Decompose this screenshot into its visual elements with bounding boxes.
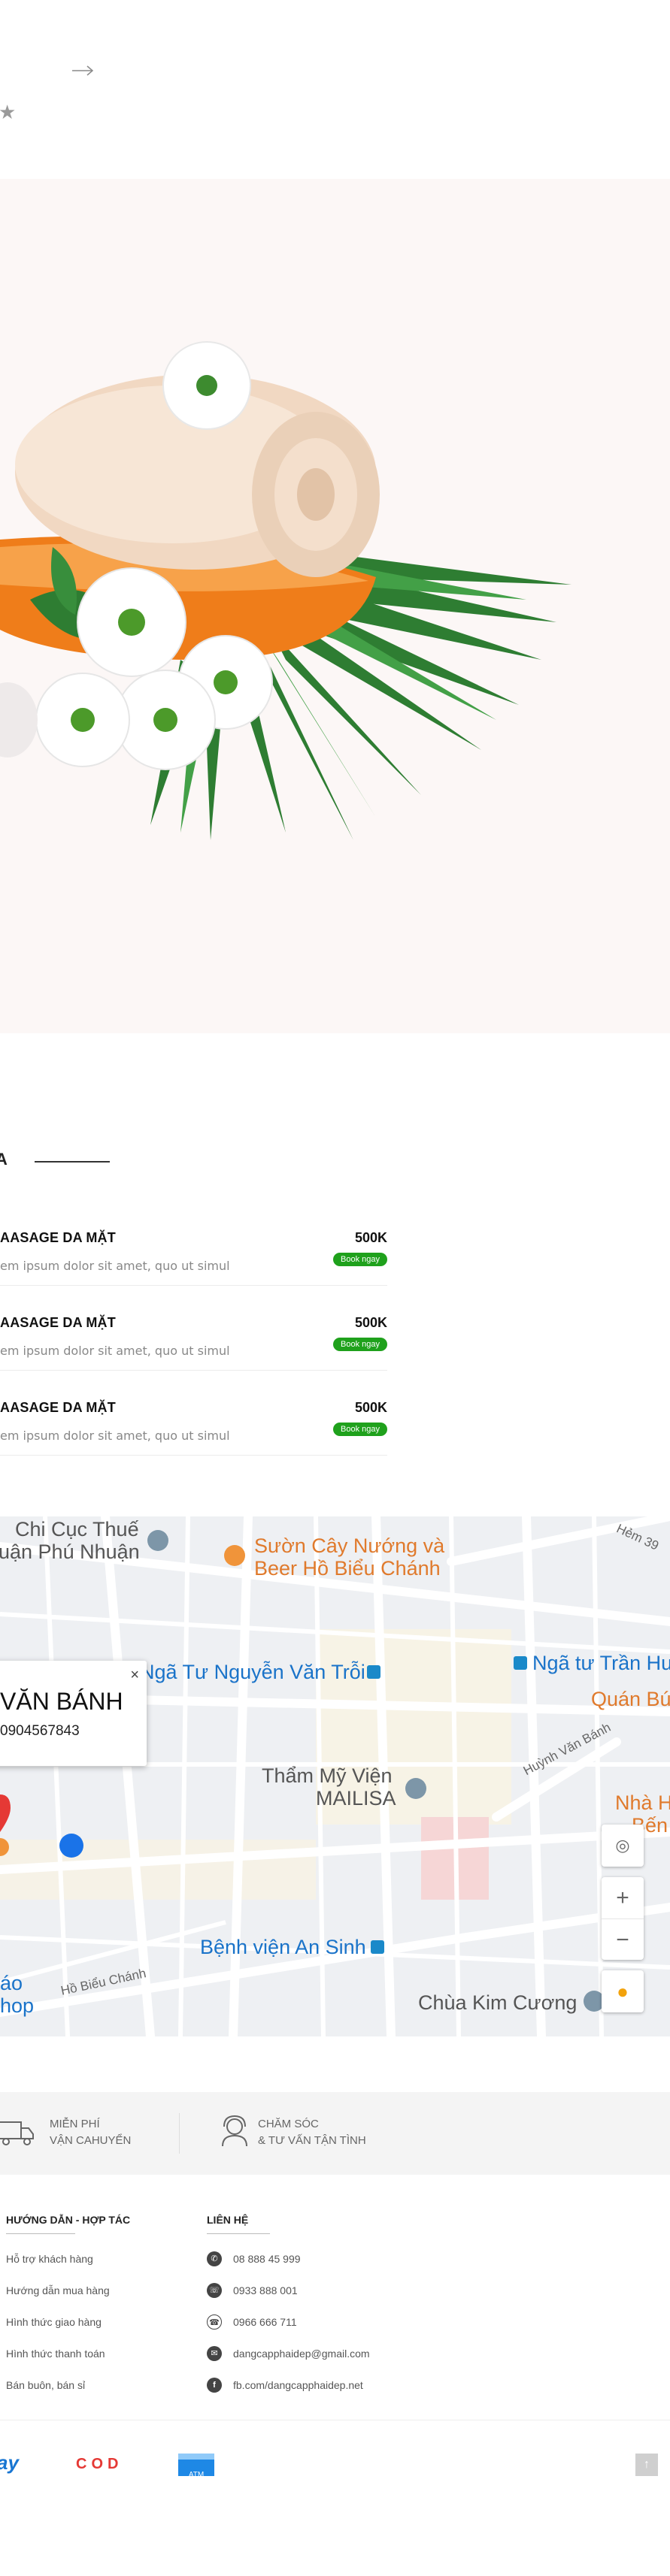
service-price: 500K <box>354 1315 387 1330</box>
support-agent-icon <box>222 2115 247 2147</box>
map-label: MAILISA <box>316 1787 396 1810</box>
feature-line: VẬN CAHUYỂN <box>50 2134 132 2147</box>
footer-link[interactable]: Hình thức thanh toán <box>6 2348 105 2360</box>
map-label: áo <box>0 1972 23 1994</box>
spa-towel-flowers-illustration <box>0 341 571 840</box>
service-item: AASAGE DA MẶT em ipsum dolor sit amet, q… <box>0 1370 387 1456</box>
hero-banner <box>0 179 670 1033</box>
locate-icon[interactable]: ◎ <box>602 1825 644 1867</box>
map-embed[interactable]: Chi Cục Thuế uận Phú Nhuận Sườn Cây Nướn… <box>0 1516 670 2036</box>
footer-link[interactable]: Bán buôn, bán sỉ <box>6 2379 85 2391</box>
service-price: 500K <box>354 1230 387 1245</box>
phone-icon: ✆ <box>207 2251 222 2266</box>
service-item: AASAGE DA MẶT em ipsum dolor sit amet, q… <box>0 1285 387 1371</box>
map-label: hop <box>0 1994 35 2017</box>
vnpay-logo: ay <box>0 2451 19 2474</box>
map-info-popup: × VĂN BÁNH 0904567843 <box>0 1661 147 1766</box>
footer-contact-heading: LIÊN HỆ <box>207 2214 249 2226</box>
service-price: 500K <box>354 1400 387 1415</box>
features-band: MIỄN PHÍ VẬN CAHUYỂN CHĂM SÓC & TƯ VẤN T… <box>0 2092 670 2175</box>
arrow-right-icon[interactable] <box>71 65 94 77</box>
service-description: em ipsum dolor sit amet, quo ut simul <box>0 1429 230 1443</box>
map-label: Sườn Cây Nướng và <box>254 1534 445 1557</box>
service-description: em ipsum dolor sit amet, quo ut simul <box>0 1259 230 1273</box>
contact-facebook[interactable]: fb.com/dangcapphaidep.net <box>233 2379 363 2391</box>
back-to-top-button[interactable]: ↑ <box>635 2454 658 2476</box>
footer-link[interactable]: Hình thức giao hàng <box>6 2316 102 2328</box>
map-label: Ngã Tư Nguyễn Văn Trỗi <box>140 1661 365 1683</box>
contact-phone[interactable]: 08 888 45 999 <box>233 2253 301 2265</box>
zoom-control: + − <box>602 1877 644 1960</box>
book-now-button[interactable]: Book ngay <box>333 1338 387 1351</box>
service-name: AASAGE DA MẶT <box>0 1230 116 1245</box>
feature-text: MIỄN PHÍ VẬN CAHUYỂN <box>50 2116 131 2149</box>
star-icon: ★ <box>0 101 17 123</box>
map-label: Bệnh viện An Sinh <box>200 1936 366 1958</box>
contact-viber[interactable]: 0933 888 001 <box>233 2284 298 2296</box>
footer-link[interactable]: Hướng dẫn mua hàng <box>6 2284 110 2296</box>
atm-card-icon: ATM <box>178 2454 214 2479</box>
feature-divider <box>179 2113 180 2154</box>
map-label: Chi Cục Thuế <box>15 1518 139 1540</box>
popup-phone: 0904567843 <box>0 1723 80 1739</box>
map-label: uận Phú Nhuận <box>0 1540 140 1563</box>
feature-line: MIỄN PHÍ <box>50 2118 100 2130</box>
feature-text: CHĂM SÓC & TƯ VẤN TẬN TÌNH <box>258 2116 366 2149</box>
map-label: Beer Hồ Biểu Chánh <box>254 1557 441 1580</box>
viber-icon: ☏ <box>207 2283 222 2298</box>
book-now-button[interactable]: Book ngay <box>333 1253 387 1266</box>
pegman-icon[interactable]: ● <box>602 1970 644 2012</box>
map-label: Nhà H <box>615 1791 670 1814</box>
popup-title: VĂN BÁNH <box>0 1688 123 1715</box>
map-label: Ngã tư Trần Hu <box>532 1652 670 1674</box>
telephone-icon: ☎ <box>207 2314 222 2330</box>
feature-line: CHĂM SÓC <box>258 2118 319 2130</box>
footer-heading-underline <box>207 2233 270 2234</box>
service-item: AASAGE DA MẶT em ipsum dolor sit amet, q… <box>0 1200 387 1286</box>
footer-heading-underline <box>6 2233 75 2234</box>
footer-link[interactable]: Hỗ trợ khách hàng <box>6 2253 93 2265</box>
cod-logo: COD <box>76 2456 123 2472</box>
feature-line: & TƯ VẤN TẬN TÌNH <box>258 2134 366 2147</box>
facebook-icon: f <box>207 2378 222 2393</box>
section-heading: A <box>0 1150 8 1169</box>
map-label: Chùa Kim Cương <box>418 1991 578 2014</box>
footer-guide-heading: HƯỚNG DẪN - HỢP TÁC <box>6 2214 131 2226</box>
truck-icon <box>0 2121 34 2145</box>
map-label: Quán Bú <box>591 1688 670 1710</box>
service-name: AASAGE DA MẶT <box>0 1315 116 1330</box>
zoom-in-button[interactable]: + <box>602 1877 644 1919</box>
book-now-button[interactable]: Book ngay <box>333 1423 387 1436</box>
close-icon[interactable]: × <box>130 1667 139 1684</box>
contact-telephone[interactable]: 0966 666 711 <box>233 2316 297 2328</box>
service-name: AASAGE DA MẶT <box>0 1400 116 1415</box>
email-icon: ✉ <box>207 2346 222 2361</box>
contact-email[interactable]: dangcapphaidep@gmail.com <box>233 2348 370 2360</box>
service-description: em ipsum dolor sit amet, quo ut simul <box>0 1344 230 1358</box>
map-label: Thẩm Mỹ Viện <box>262 1764 393 1787</box>
section-heading-line <box>35 1161 110 1163</box>
zoom-out-button[interactable]: − <box>602 1919 644 1961</box>
